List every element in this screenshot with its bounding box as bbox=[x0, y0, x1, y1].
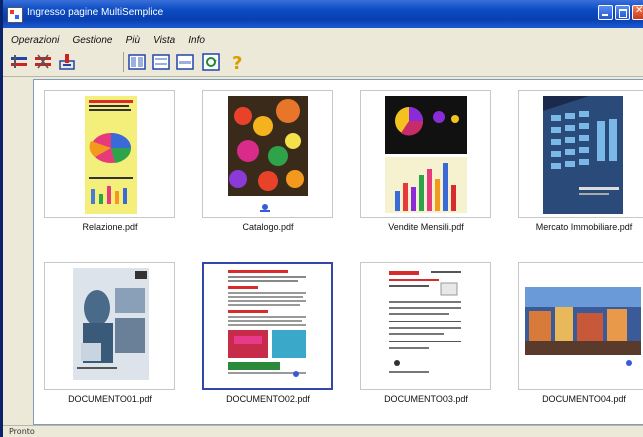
refresh-icon[interactable] bbox=[201, 52, 221, 72]
toolbar: ? bbox=[3, 48, 643, 77]
document-thumbnail[interactable] bbox=[360, 262, 491, 390]
document-label: DOCUMENTO02.pdf bbox=[226, 394, 310, 404]
document-thumbnail[interactable] bbox=[202, 90, 333, 218]
minimize-button[interactable] bbox=[598, 5, 613, 20]
delete-page-icon[interactable] bbox=[33, 52, 53, 72]
menu-operazioni[interactable]: Operazioni bbox=[11, 35, 59, 46]
document-label: Catalogo.pdf bbox=[242, 222, 294, 232]
maximize-button[interactable] bbox=[615, 5, 630, 20]
sales-preview bbox=[385, 96, 467, 213]
scan-icon[interactable] bbox=[57, 52, 77, 72]
app-icon bbox=[7, 7, 23, 23]
thumbnail-view[interactable]: Relazione.pdf Catalogo.pdf Vendite Mensi… bbox=[33, 79, 643, 425]
doc04-preview bbox=[525, 287, 641, 366]
document-thumbnail[interactable] bbox=[518, 262, 643, 390]
copy-page-icon[interactable] bbox=[9, 52, 29, 72]
help-icon[interactable]: ? bbox=[227, 52, 247, 74]
svg-text:?: ? bbox=[232, 53, 242, 72]
menu-vista[interactable]: Vista bbox=[153, 35, 175, 46]
status-bar: Pronto bbox=[3, 425, 643, 437]
document-label: DOCUMENTO01.pdf bbox=[68, 394, 152, 404]
document-label: Vendite Mensili.pdf bbox=[388, 222, 464, 232]
document-thumbnail[interactable] bbox=[44, 90, 175, 218]
document-label: DOCUMENTO03.pdf bbox=[384, 394, 468, 404]
report-preview bbox=[85, 96, 137, 214]
menu-bar: Operazioni Gestione Più Vista Info bbox=[3, 28, 643, 48]
toolbar-separator bbox=[123, 52, 124, 72]
catalog-preview bbox=[228, 96, 308, 212]
main-window: Ingresso pagine MultiSemplice Operazioni… bbox=[0, 0, 643, 437]
document-label: Mercato Immobiliare.pdf bbox=[535, 222, 633, 232]
document-label: DOCUMENTO04.pdf bbox=[542, 394, 626, 404]
view-small-icon[interactable] bbox=[175, 52, 195, 72]
view-medium-icon[interactable] bbox=[151, 52, 171, 72]
menu-info[interactable]: Info bbox=[188, 35, 205, 46]
doc01-preview bbox=[73, 268, 149, 380]
doc03-preview bbox=[385, 267, 467, 385]
document-thumbnail[interactable] bbox=[518, 90, 643, 218]
menu-piu[interactable]: Più bbox=[126, 35, 140, 46]
document-label: Relazione.pdf bbox=[82, 222, 138, 232]
real-estate-preview bbox=[543, 96, 623, 214]
document-thumbnail-selected[interactable] bbox=[202, 262, 333, 390]
view-large-icon[interactable] bbox=[127, 52, 147, 72]
document-thumbnail[interactable] bbox=[360, 90, 491, 218]
window-title: Ingresso pagine MultiSemplice bbox=[27, 7, 164, 18]
menu-gestione[interactable]: Gestione bbox=[72, 35, 112, 46]
close-button[interactable] bbox=[632, 5, 643, 20]
title-bar[interactable]: Ingresso pagine MultiSemplice bbox=[3, 0, 643, 28]
document-thumbnail[interactable] bbox=[44, 262, 175, 390]
status-text: Pronto bbox=[9, 427, 35, 436]
doc02-preview bbox=[226, 268, 308, 384]
